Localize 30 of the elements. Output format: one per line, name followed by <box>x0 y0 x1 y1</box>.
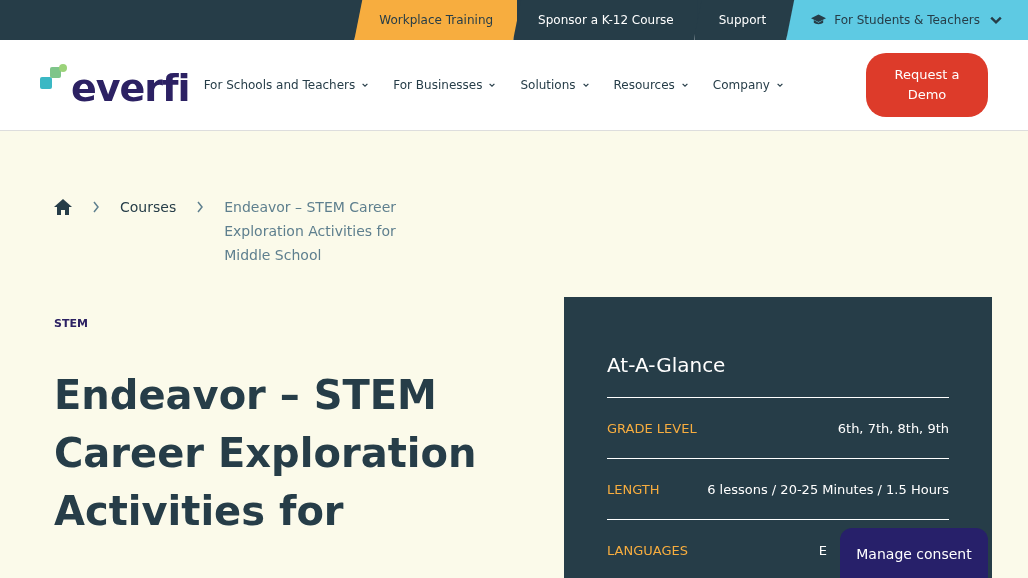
everfi-logo[interactable]: everfi <box>40 63 190 107</box>
nav-link[interactable]: Solutions <box>520 78 590 92</box>
field-value: 6th, 7th, 8th, 9th <box>837 420 949 436</box>
top-tab[interactable]: For Students & Teachers <box>786 0 1028 40</box>
card-title: At-A-Glance <box>607 353 949 398</box>
field-value: E <box>818 542 827 558</box>
field-value: 6 lessons / 20-25 Minutes / 1.5 Hours <box>707 481 949 497</box>
chevron-down-icon <box>680 81 689 89</box>
top-tab[interactable]: Workplace Training <box>354 0 518 40</box>
nav-link[interactable]: Resources <box>613 78 689 92</box>
chevron-down-icon <box>581 81 590 89</box>
page-title: Endeavor – STEM Career Exploration Activities for <box>54 371 478 536</box>
category-label: STEM <box>54 317 89 330</box>
field-label: GRADE LEVEL <box>607 420 697 436</box>
breadcrumb-link[interactable]: Courses <box>120 195 177 219</box>
graduation-cap-icon <box>811 14 827 26</box>
chevron-down-icon <box>775 81 784 89</box>
nav-link[interactable]: For Businesses <box>393 78 497 92</box>
chevron-right-icon <box>92 201 100 213</box>
chevron-down-icon <box>361 81 370 89</box>
breadcrumb-link[interactable]: Endeavor – STEM Career Exploration Activities for Middle School <box>224 195 426 267</box>
field-label: LANGUAGES <box>607 542 688 558</box>
manage-consent-button[interactable]: Manage consent <box>840 528 988 578</box>
field-label: LENGTH <box>607 481 660 497</box>
nav-link[interactable]: Company <box>712 78 784 92</box>
home-icon[interactable] <box>54 199 72 215</box>
nav-link[interactable]: For Schools and Teachers <box>203 78 370 92</box>
request-demo-button[interactable]: Request a Demo <box>866 53 988 117</box>
chevron-down-icon <box>488 81 497 89</box>
chevron-right-icon <box>196 201 205 213</box>
